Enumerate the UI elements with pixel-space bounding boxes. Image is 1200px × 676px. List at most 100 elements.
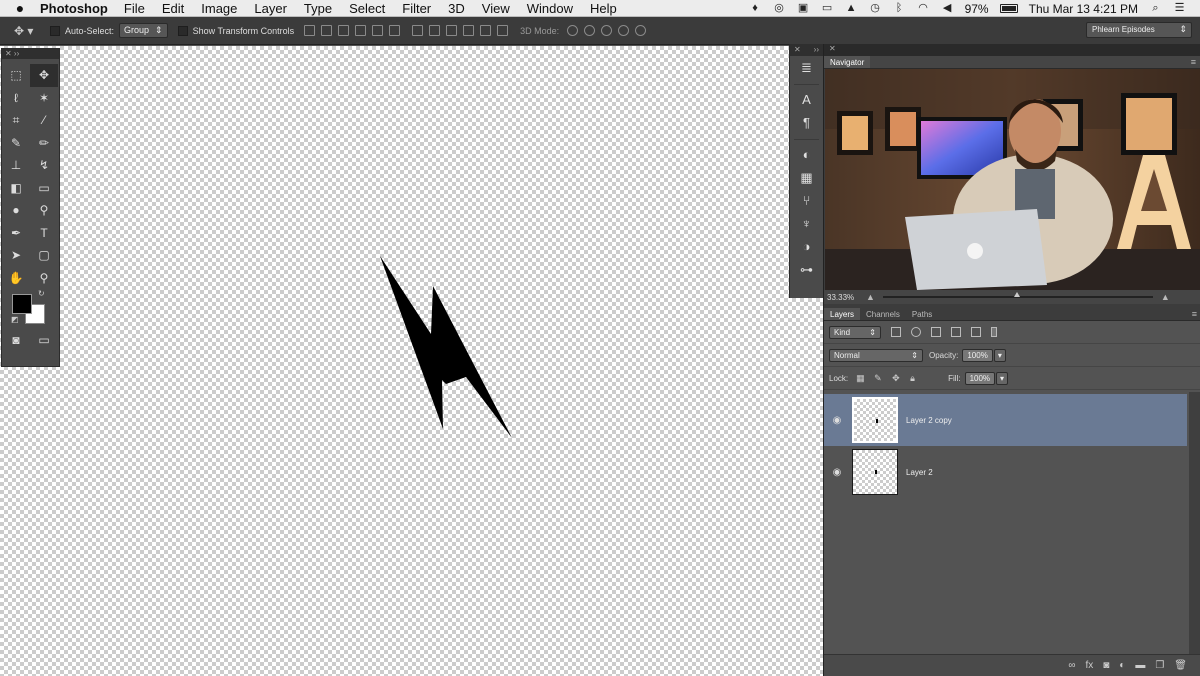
3d-scale-icon[interactable] — [635, 25, 647, 36]
eraser-tool-icon[interactable]: ◧ — [2, 177, 30, 200]
align-top-icon[interactable] — [304, 25, 316, 36]
brush-presets-panel-icon[interactable]: ⑂ — [790, 189, 823, 212]
delete-layer-trash-icon[interactable]: 🗑︎ — [1174, 660, 1187, 671]
distribute-left-icon[interactable] — [463, 25, 475, 36]
zoom-slider[interactable] — [882, 292, 1153, 298]
evernote-icon[interactable]: ♦ — [749, 3, 762, 14]
properties-panel-icon[interactable]: ⊶ — [790, 258, 823, 281]
filter-toggle-icon[interactable] — [991, 327, 997, 337]
battery-percent[interactable]: 97% — [965, 2, 989, 16]
3d-slide-icon[interactable] — [618, 25, 630, 36]
menu-filter[interactable]: Filter — [402, 1, 431, 16]
3d-pan-icon[interactable] — [601, 25, 613, 36]
apple-menu-icon[interactable]: ● — [0, 0, 40, 16]
clock[interactable]: Thu Mar 13 4:21 PM — [1029, 2, 1138, 16]
bluetooth-icon[interactable]: ᛒ — [893, 3, 906, 14]
layers-panel-menu-icon[interactable]: ≡ — [1192, 309, 1197, 319]
menu-help[interactable]: Help — [590, 1, 617, 16]
time-machine-icon[interactable]: ◷ — [869, 3, 882, 14]
gradient-tool-icon[interactable]: ▭ — [30, 177, 58, 200]
eyedropper-tool-icon[interactable]: ⁄ — [30, 109, 58, 132]
type-tool-icon[interactable]: T — [30, 222, 58, 245]
volume-icon[interactable]: ◀ — [941, 3, 954, 14]
layers-scrollbar[interactable] — [1189, 392, 1200, 662]
strip-header[interactable]: ✕ ›› — [790, 44, 823, 56]
auto-select-checkbox[interactable] — [50, 25, 60, 36]
tab-paths[interactable]: Paths — [906, 308, 938, 320]
history-brush-tool-icon[interactable]: ↯ — [30, 154, 58, 177]
align-left-icon[interactable] — [355, 25, 367, 36]
crop-tool-icon[interactable]: ⌗ — [2, 109, 30, 132]
move-tool-preset-icon[interactable]: ✥ ▾ — [0, 24, 50, 38]
workspace-dropdown[interactable]: Phlearn Episodes — [1086, 22, 1192, 38]
shape-tool-icon[interactable]: ▢ — [30, 244, 58, 267]
move-tool-icon[interactable]: ✥ — [30, 64, 58, 87]
blend-mode-dropdown[interactable]: Normal ⇕ — [829, 348, 923, 362]
zoom-tool-icon[interactable]: ⚲ — [30, 267, 58, 290]
app-menu[interactable]: Photoshop — [40, 1, 108, 16]
history-panel-icon[interactable]: ≣ — [790, 56, 823, 79]
distribute-vcenter-icon[interactable] — [429, 25, 441, 36]
brush-tool-icon[interactable]: ✏ — [30, 132, 58, 155]
adjustment-layer-icon[interactable]: ◐ — [1119, 660, 1125, 671]
distribute-right-icon[interactable] — [497, 25, 509, 36]
path-selection-tool-icon[interactable]: ➤ — [2, 244, 30, 267]
add-mask-icon[interactable]: ◙ — [1103, 660, 1109, 671]
tab-channels[interactable]: Channels — [860, 308, 906, 320]
layer-thumbnail[interactable] — [852, 449, 898, 495]
filter-shape-icon[interactable] — [951, 327, 961, 337]
swap-colors-icon[interactable]: ↻ — [38, 289, 45, 298]
magic-wand-tool-icon[interactable]: ✶ — [30, 87, 58, 110]
menu-image[interactable]: Image — [201, 1, 237, 16]
zoom-out-icon[interactable]: ▲ — [866, 292, 875, 302]
color-panel-icon[interactable]: ◐ — [790, 143, 823, 166]
airplay-icon[interactable]: ▲ — [845, 3, 858, 14]
distribute-top-icon[interactable] — [412, 25, 424, 36]
align-vcenter-icon[interactable] — [321, 25, 333, 36]
menu-file[interactable]: File — [124, 1, 145, 16]
navigator-preview[interactable] — [825, 69, 1200, 290]
filter-type-icon[interactable] — [931, 327, 941, 337]
menu-view[interactable]: View — [482, 1, 510, 16]
battery-icon[interactable] — [999, 4, 1018, 13]
tab-layers[interactable]: Layers — [824, 308, 861, 320]
layer-style-fx-icon[interactable]: fx — [1085, 660, 1093, 671]
new-group-folder-icon[interactable]: ▬ — [1135, 660, 1145, 671]
hand-tool-icon[interactable]: ✋ — [2, 267, 30, 290]
screen-icon[interactable]: ▭ — [821, 3, 834, 14]
align-hcenter-icon[interactable] — [372, 25, 384, 36]
visibility-eye-icon[interactable]: ◉ — [824, 467, 850, 478]
adjustments-panel-icon[interactable]: ◑ — [790, 235, 823, 258]
menu-type[interactable]: Type — [304, 1, 332, 16]
fill-field[interactable]: 100% — [964, 371, 996, 385]
menu-select[interactable]: Select — [349, 1, 385, 16]
menu-3d[interactable]: 3D — [448, 1, 465, 16]
document-canvas[interactable] — [0, 46, 823, 676]
swatches-panel-icon[interactable]: ▦ — [790, 166, 823, 189]
paragraph-panel-icon[interactable]: ¶ — [790, 111, 823, 134]
3d-roll-icon[interactable] — [584, 25, 596, 36]
link-layers-icon[interactable]: ∞ — [1068, 660, 1075, 671]
marquee-tool-icon[interactable]: ⬚ — [2, 64, 30, 87]
zoom-in-icon[interactable]: ▲ — [1161, 292, 1170, 302]
lightning-bolt-shape[interactable] — [376, 254, 516, 486]
lock-transparent-pixels-icon[interactable]: ▦ — [856, 373, 866, 383]
layer-name[interactable]: Layer 2 — [906, 468, 933, 477]
layer-row[interactable]: ◉ Layer 2 — [824, 446, 1187, 498]
panel-menu-icon[interactable]: ≡ — [1191, 57, 1196, 67]
opacity-chevron-icon[interactable]: ▾ — [993, 348, 1006, 362]
lasso-tool-icon[interactable]: ℓ — [2, 87, 30, 110]
fill-chevron-icon[interactable]: ▾ — [996, 371, 1009, 385]
blur-tool-icon[interactable]: ● — [2, 199, 30, 222]
layer-row[interactable]: ◉ Layer 2 copy — [824, 394, 1187, 446]
healing-brush-tool-icon[interactable]: ✎ — [2, 132, 30, 155]
lock-position-icon[interactable]: ✥ — [892, 373, 902, 383]
notification-center-icon[interactable]: ☰ — [1173, 3, 1186, 14]
spotlight-search-icon[interactable]: ⌕ — [1149, 3, 1162, 14]
wifi-icon[interactable]: ◠ — [917, 3, 930, 14]
align-bottom-icon[interactable] — [338, 25, 350, 36]
new-layer-icon[interactable]: ❐ — [1155, 660, 1164, 671]
menu-edit[interactable]: Edit — [162, 1, 184, 16]
lock-image-pixels-icon[interactable]: ✎ — [874, 373, 884, 383]
character-panel-icon[interactable]: A — [790, 88, 823, 111]
